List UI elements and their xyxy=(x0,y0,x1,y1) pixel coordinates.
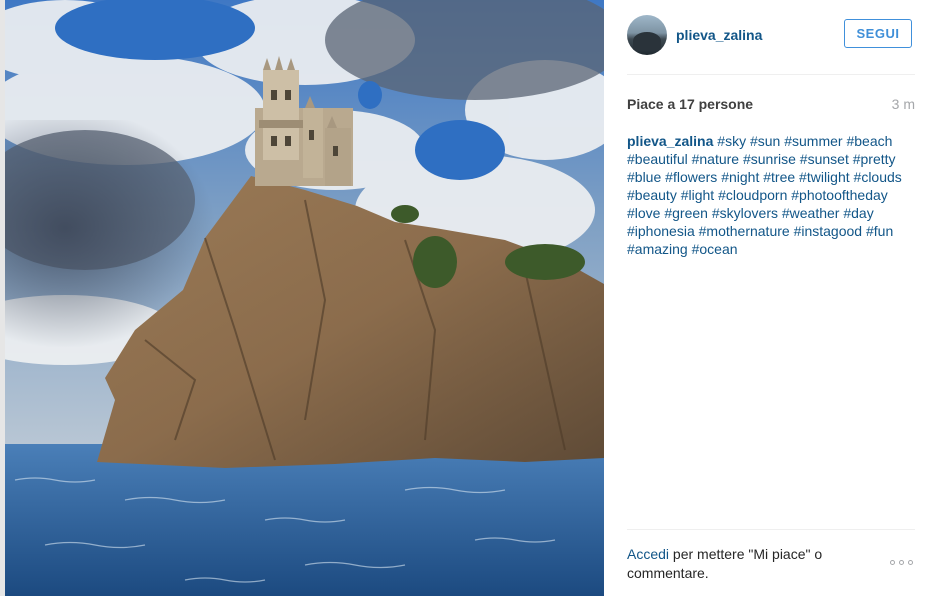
ellipsis-dot xyxy=(908,560,913,565)
hashtag-link[interactable]: #sun xyxy=(750,133,780,149)
username-link[interactable]: plieva_zalina xyxy=(676,27,762,43)
hashtag-link[interactable]: #instagood xyxy=(794,223,863,239)
avatar-image xyxy=(633,32,661,50)
hashtag-link[interactable]: #nature xyxy=(692,151,739,167)
ellipsis-dot xyxy=(890,560,895,565)
hashtag-link[interactable]: #ocean xyxy=(692,241,738,257)
avatar[interactable] xyxy=(627,15,667,55)
hashtag-link[interactable]: #iphonesia xyxy=(627,223,695,239)
post-timestamp[interactable]: 3 m xyxy=(892,96,915,112)
hashtag-link[interactable]: #photooftheday xyxy=(791,187,888,203)
login-prompt: Accedi per mettere "Mi piace" o commenta… xyxy=(627,545,872,583)
hashtag-link[interactable]: #skylovers xyxy=(712,205,778,221)
footer-divider xyxy=(627,529,915,530)
hashtag-link[interactable]: #love xyxy=(627,205,660,221)
post-side-panel: plieva_zalina SEGUI Piace a 17 persone 3… xyxy=(604,0,945,596)
hashtag-link[interactable]: #sunrise xyxy=(743,151,796,167)
hashtag-list: #sky #sun #summer #beach #beautiful #nat… xyxy=(627,133,902,257)
hashtag-link[interactable]: #flowers xyxy=(665,169,717,185)
hashtag-link[interactable]: #cloudporn xyxy=(718,187,787,203)
hashtag-link[interactable]: #beach xyxy=(846,133,892,149)
hashtag-link[interactable]: #amazing xyxy=(627,241,688,257)
hashtag-link[interactable]: #fun xyxy=(866,223,893,239)
caption-author-link[interactable]: plieva_zalina xyxy=(627,133,713,149)
hashtag-link[interactable]: #summer xyxy=(784,133,842,149)
hashtag-link[interactable]: #sky xyxy=(717,133,746,149)
hashtag-link[interactable]: #day xyxy=(843,205,873,221)
post-header: plieva_zalina SEGUI xyxy=(627,15,915,55)
ellipsis-icon[interactable] xyxy=(890,556,914,570)
hashtag-link[interactable]: #tree xyxy=(763,169,795,185)
hashtag-link[interactable]: #twilight xyxy=(799,169,850,185)
likes-count[interactable]: Piace a 17 persone xyxy=(627,96,753,112)
hashtag-link[interactable]: #green xyxy=(664,205,708,221)
hashtag-link[interactable]: #pretty xyxy=(853,151,896,167)
hashtag-link[interactable]: #beauty xyxy=(627,187,677,203)
hashtag-link[interactable]: #night xyxy=(721,169,759,185)
photo-castle-on-cliff xyxy=(5,0,604,596)
login-link[interactable]: Accedi xyxy=(627,546,669,562)
hashtag-link[interactable]: #clouds xyxy=(854,169,902,185)
ellipsis-dot xyxy=(899,560,904,565)
likes-row: Piace a 17 persone 3 m xyxy=(627,96,915,114)
hashtag-link[interactable]: #blue xyxy=(627,169,661,185)
hashtag-link[interactable]: #light xyxy=(681,187,714,203)
hashtag-link[interactable]: #beautiful xyxy=(627,151,688,167)
post-photo[interactable] xyxy=(5,0,604,596)
post-caption: plieva_zalina #sky #sun #summer #beach #… xyxy=(627,132,917,258)
hashtag-link[interactable]: #weather xyxy=(782,205,840,221)
hashtag-link[interactable]: #mothernature xyxy=(699,223,790,239)
hashtag-link[interactable]: #sunset xyxy=(800,151,849,167)
header-divider xyxy=(627,74,915,75)
follow-button[interactable]: SEGUI xyxy=(844,19,912,48)
